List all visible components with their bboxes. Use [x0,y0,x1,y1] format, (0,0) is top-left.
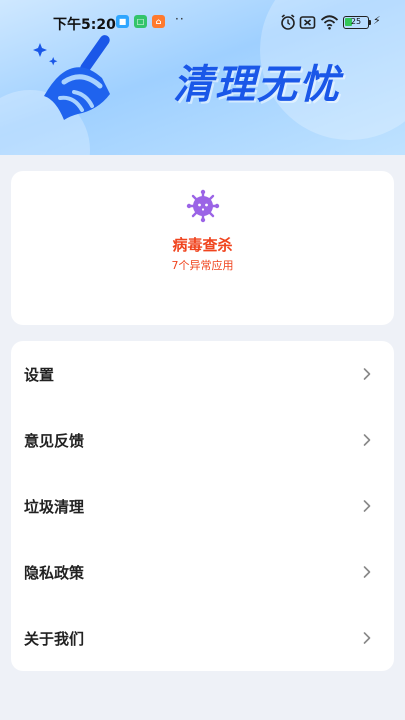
broom-logo-icon [33,35,110,120]
wifi-icon [320,15,339,30]
no-sim-icon [299,16,316,29]
virus-scan-title: 病毒查杀 [172,236,233,254]
menu-item-label: 关于我们 [24,629,85,648]
chevron-right-icon [363,632,371,644]
more-notifications-icon: ·· [175,12,185,26]
menu-item-feedback[interactable]: 意见反馈 [11,407,394,473]
menu-item-label: 意见反馈 [24,431,85,450]
menu-item-about-us[interactable]: 关于我们 [11,605,394,671]
menu-item-settings[interactable]: 设置 [11,341,394,407]
battery-tip [369,20,371,25]
battery-indicator: 25 [343,16,369,29]
header-banner: 下午5:20 ■ □ ⌂ ·· 25 ⚡ 清理无忧 [0,0,405,155]
menu-item-label: 设置 [24,365,55,384]
menu-item-junk-clean[interactable]: 垃圾清理 [11,473,394,539]
chevron-right-icon [363,500,371,512]
notification-app-icon: ■ [116,15,129,28]
charging-icon: ⚡ [373,14,381,27]
app-title: 清理无忧 [173,62,341,108]
menu-item-label: 垃圾清理 [24,497,85,516]
virus-icon [186,189,220,223]
settings-menu: 设置 意见反馈 垃圾清理 隐私政策 关于我们 [11,341,394,671]
battery-level: 25 [350,17,362,26]
menu-item-privacy-policy[interactable]: 隐私政策 [11,539,394,605]
notification-app-icon: ⌂ [152,15,165,28]
chevron-right-icon [363,368,371,380]
virus-scan-card[interactable]: 病毒查杀 7个异常应用 [11,171,394,325]
abnormal-apps-count: 7个异常应用 [171,259,234,272]
alarm-icon [281,14,295,30]
menu-item-label: 隐私政策 [24,563,85,582]
chevron-right-icon [363,566,371,578]
notification-app-icon: □ [134,15,147,28]
chevron-right-icon [363,434,371,446]
